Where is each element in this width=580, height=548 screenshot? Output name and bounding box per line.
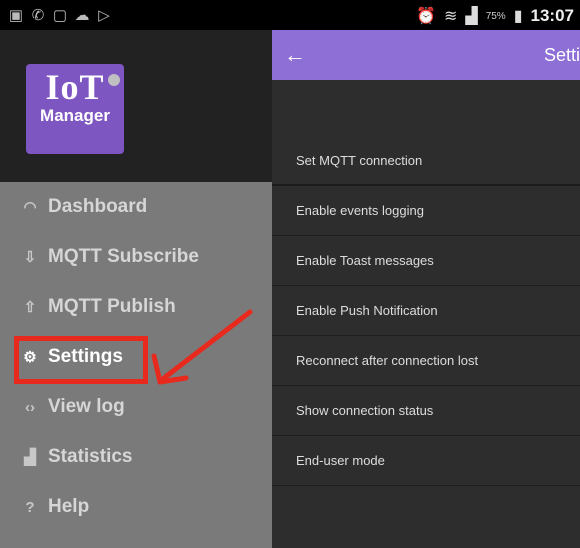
wifi-icon: ≋ [443, 8, 458, 25]
code-icon: ‹› [25, 398, 35, 416]
menu-item-label: Help [48, 496, 90, 517]
publish-icon: ⇧ [23, 299, 37, 316]
annotation-highlight-box [14, 336, 148, 384]
drawer-header: IoT Manager [0, 30, 272, 182]
logo-status-dot [108, 74, 120, 86]
settings-screen: ← Settin Set MQTT connection Enable even… [272, 30, 580, 548]
dashboard-icon: ◠ [23, 199, 37, 216]
menu-item-view-log[interactable]: ‹› View log [0, 382, 272, 432]
battery-icon: ▮ [513, 8, 523, 25]
setting-mqtt-connection[interactable]: Set MQTT connection [272, 136, 580, 186]
annotation-arrow-icon [151, 309, 253, 385]
play-icon: ▷ [98, 7, 110, 24]
battery-level: 75% [485, 10, 506, 22]
status-icons-right: ⏰ ≋ ▟ 75% ▮ 13:07 [416, 6, 574, 26]
menu-item-statistics[interactable]: ▟ Statistics [0, 432, 272, 482]
menu-item-help[interactable]: ? Help [0, 482, 272, 532]
menu-item-label: Statistics [48, 446, 133, 467]
logo-title: IoT [45, 67, 105, 107]
app-logo: IoT Manager [26, 64, 124, 154]
menu-item-dashboard[interactable]: ◠ Dashboard [0, 182, 272, 232]
back-arrow-icon[interactable]: ← [284, 42, 306, 68]
call-icon: ✆ [31, 7, 45, 24]
setting-push-notification[interactable]: Enable Push Notification [272, 286, 580, 336]
setting-connection-status[interactable]: Show connection status [272, 386, 580, 436]
menu-item-mqtt-subscribe[interactable]: ⇩ MQTT Subscribe [0, 232, 272, 282]
setting-events-logging[interactable]: Enable events logging [272, 186, 580, 236]
alarm-icon: ⏰ [416, 8, 436, 25]
help-icon: ? [25, 498, 35, 516]
signal-icon: ▟ [465, 8, 478, 25]
menu-item-label: Dashboard [48, 196, 148, 217]
subscribe-icon: ⇩ [23, 249, 37, 266]
clock: 13:07 [530, 6, 574, 25]
setting-end-user-mode[interactable]: End-user mode [272, 436, 580, 486]
menu-item-label: MQTT Subscribe [48, 246, 199, 267]
setting-toast-messages[interactable]: Enable Toast messages [272, 236, 580, 286]
navigation-drawer: IoT Manager ◠ Dashboard ⇩ MQTT Subscribe… [0, 30, 272, 548]
cloud-upload-icon: ☁ [74, 7, 90, 24]
image-icon: ▢ [52, 7, 68, 24]
sim-icon: ▣ [8, 7, 24, 24]
chart-icon: ▟ [24, 449, 36, 466]
app-toolbar: ← Settin [272, 30, 580, 80]
menu-item-label: View log [48, 396, 125, 417]
status-bar: ▣ ✆ ▢ ☁ ▷ ⏰ ≋ ▟ 75% ▮ 13:07 [0, 0, 580, 30]
setting-reconnect[interactable]: Reconnect after connection lost [272, 336, 580, 386]
status-icons-left: ▣ ✆ ▢ ☁ ▷ [8, 6, 112, 24]
settings-list: Set MQTT connection Enable events loggin… [272, 136, 580, 486]
logo-subtitle: Manager [40, 106, 110, 125]
toolbar-title: Settin [543, 45, 580, 65]
